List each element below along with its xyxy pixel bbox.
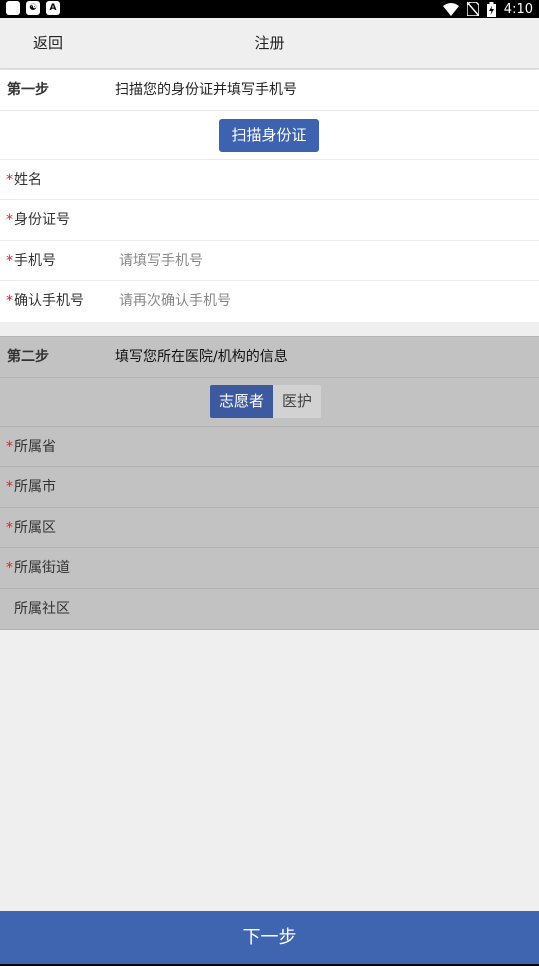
id-number-field[interactable]: * 身份证号 bbox=[0, 200, 539, 241]
step1-label: 第一步 bbox=[7, 82, 49, 98]
city-label: 所属市 bbox=[14, 479, 56, 496]
phone-label: 手机号 bbox=[14, 252, 56, 269]
step1-description: 扫描您的身份证并填写手机号 bbox=[115, 82, 297, 98]
scan-row: 扫描身份证 bbox=[0, 111, 539, 160]
app-bar: 返回 注册 bbox=[0, 18, 539, 69]
district-label: 所属区 bbox=[14, 519, 56, 536]
confirm-phone-input[interactable]: 请再次确认手机号 bbox=[119, 281, 231, 321]
incognito-icon: ☯ bbox=[26, 1, 40, 15]
role-segment-row: 志愿者 医护 bbox=[0, 378, 539, 427]
step2-label: 第二步 bbox=[7, 349, 49, 365]
street-field[interactable]: * 所属街道 bbox=[0, 548, 539, 589]
segment-medical[interactable]: 医护 bbox=[273, 384, 322, 418]
required-marker: * bbox=[6, 212, 13, 229]
status-time: 4:10 bbox=[503, 1, 533, 17]
status-bar: ☯ A 4:10 bbox=[0, 0, 539, 18]
scan-id-card-button[interactable]: 扫描身份证 bbox=[219, 118, 319, 152]
step1-section: 第一步 扫描您的身份证并填写手机号 扫描身份证 * 姓名 * 身份证号 * 手机… bbox=[0, 70, 539, 322]
required-marker: * bbox=[6, 252, 13, 269]
phone-field[interactable]: * 手机号 请填写手机号 bbox=[0, 241, 539, 282]
required-marker: * bbox=[6, 438, 13, 455]
phone-input[interactable]: 请填写手机号 bbox=[119, 241, 203, 281]
id-number-label: 身份证号 bbox=[14, 212, 70, 229]
required-marker: * bbox=[6, 560, 13, 577]
a-letter-icon: A bbox=[46, 1, 60, 15]
confirm-phone-field[interactable]: * 确认手机号 请再次确认手机号 bbox=[0, 281, 539, 322]
next-step-button[interactable]: 下一步 bbox=[0, 911, 539, 964]
required-marker: * bbox=[6, 293, 13, 310]
street-label: 所属街道 bbox=[14, 560, 70, 577]
page-title: 注册 bbox=[254, 34, 285, 52]
community-field[interactable]: 所属社区 bbox=[0, 589, 539, 630]
name-label: 姓名 bbox=[14, 171, 42, 188]
required-marker: * bbox=[6, 479, 13, 496]
step2-description: 填写您所在医院/机构的信息 bbox=[115, 349, 288, 365]
step2-section: 第二步 填写您所在医院/机构的信息 志愿者 医护 * 所属省 * 所属市 * 所… bbox=[0, 336, 539, 630]
city-field[interactable]: * 所属市 bbox=[0, 467, 539, 508]
wifi-icon bbox=[442, 2, 459, 16]
district-field[interactable]: * 所属区 bbox=[0, 508, 539, 549]
confirm-phone-label: 确认手机号 bbox=[14, 293, 84, 310]
status-right-icons: 4:10 bbox=[442, 0, 533, 18]
step1-header: 第一步 扫描您的身份证并填写手机号 bbox=[0, 70, 539, 111]
segment-volunteer[interactable]: 志愿者 bbox=[210, 384, 274, 418]
app-notification-icon bbox=[6, 1, 20, 15]
province-field[interactable]: * 所属省 bbox=[0, 427, 539, 468]
name-field[interactable]: * 姓名 bbox=[0, 160, 539, 201]
required-marker: * bbox=[6, 171, 13, 188]
role-segmented-control: 志愿者 医护 bbox=[210, 384, 322, 418]
battery-charging-icon bbox=[486, 1, 496, 17]
status-left-icons: ☯ A bbox=[6, 1, 60, 15]
province-label: 所属省 bbox=[14, 438, 56, 455]
community-label: 所属社区 bbox=[14, 600, 70, 617]
step2-header: 第二步 填写您所在医院/机构的信息 bbox=[0, 337, 539, 378]
required-marker: * bbox=[6, 519, 13, 536]
no-sim-icon bbox=[466, 2, 479, 16]
